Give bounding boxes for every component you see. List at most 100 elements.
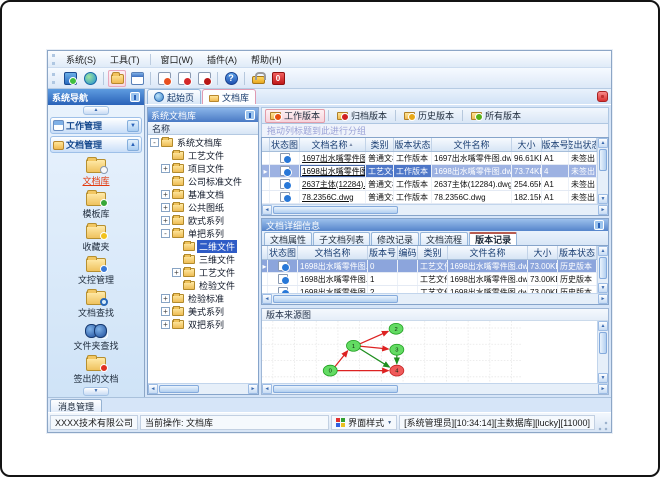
column-header-大小[interactable]: 大小 [512,138,542,151]
scrollbar-thumb[interactable] [599,332,607,354]
version-filter-归档版本[interactable]: 归档版本 [332,109,392,123]
expand-icon[interactable]: + [161,320,170,329]
version-node-0[interactable]: 0 [322,364,338,377]
tab-start-page[interactable]: 起始页 [147,89,202,104]
scroll-right-arrow[interactable]: ► [598,294,608,304]
sidebar-group-work[interactable]: 工作管理 ▼ [50,117,142,134]
scrollbar-thumb[interactable] [599,257,607,279]
scroll-right-arrow[interactable]: ► [248,384,258,394]
column-header-版本状态[interactable]: 版本状态 [394,138,432,151]
sidebar-scroll-up[interactable]: ▲ [48,105,144,116]
collapse-icon[interactable]: - [150,138,159,147]
chevron-down-icon[interactable]: ▼ [127,119,139,132]
close-icon[interactable] [597,91,608,102]
table-row[interactable]: 2637主体(12284).dwg普通文档工作版本2637主体(12284).d… [262,178,597,191]
toolbar-button[interactable] [61,70,79,87]
tree-node[interactable]: 二维文件 [148,240,258,253]
scrollbar-thumb[interactable] [273,385,398,393]
tree-node[interactable]: 公司标准文件 [148,175,258,188]
version-filter-所有版本[interactable]: 所有版本 [466,109,526,123]
sidebar-item-收藏夹[interactable]: 收藏夹 [51,222,141,255]
ui-style-button[interactable]: 界面样式 ▼ [331,415,398,430]
horizontal-scrollbar[interactable]: ◄ ► [262,293,608,304]
expand-icon[interactable]: + [161,203,170,212]
column-header-文件名称[interactable]: 文件名称 [432,138,512,151]
vertical-scrollbar[interactable]: ▲ ▼ [597,246,608,293]
tree-node[interactable]: + 基准文档 [148,188,258,201]
scroll-down-arrow[interactable]: ▼ [598,373,608,383]
column-header-状态图[interactable]: 状态图 [268,246,298,259]
column-header-版本号[interactable]: 版本号 [542,138,569,151]
scrollbar-thumb[interactable] [273,295,398,303]
tree-node[interactable]: + 公共图纸 [148,201,258,214]
scroll-left-arrow[interactable]: ◄ [148,384,158,394]
column-header-版本状态[interactable]: 版本状态 [558,246,597,259]
table-row[interactable]: 1698出水嘴零件图.dwg1工艺文件1698出水嘴零件图.dwg73.00KB… [262,273,597,286]
table-row[interactable]: ▸1698出水嘴零件图.dwg0工艺文件1698出水嘴零件图.dwg73.00K… [262,260,597,273]
sidebar-scroll-down[interactable]: ▼ [48,386,144,397]
tree-node[interactable]: - 单把系列 [148,227,258,240]
column-header-类别[interactable]: 类别 [366,138,394,151]
version-filter-历史版本[interactable]: 历史版本 [399,109,459,123]
toolbar-button[interactable]: ? [222,70,240,87]
tree-node[interactable]: + 欧式系列 [148,214,258,227]
scroll-right-arrow[interactable]: ► [598,205,608,215]
tree-node[interactable]: 工艺文件 [148,149,258,162]
tree-node[interactable]: + 检验标准 [148,292,258,305]
detail-tab-修改记录[interactable]: 修改记录 [371,232,420,245]
version-node-2[interactable]: 2 [388,322,404,335]
sidebar-item-签出的文档[interactable]: 签出的文档 [51,354,141,386]
menu-drag-handle[interactable] [52,53,55,65]
column-header-文件名称[interactable]: 文件名称 [448,246,528,259]
pin-icon[interactable] [130,92,140,102]
toolbar-button[interactable] [81,70,99,87]
tree-node[interactable]: + 工艺文件 [148,266,258,279]
toolbar-button[interactable] [175,70,193,87]
expand-icon[interactable]: + [161,216,170,225]
scrollbar-thumb[interactable] [273,206,398,214]
toolbar-button[interactable] [249,70,267,87]
scroll-up-arrow[interactable]: ▲ [598,321,608,331]
scroll-down-arrow[interactable]: ▼ [598,283,608,293]
pin-icon[interactable] [245,110,255,120]
table-row[interactable]: 1697出水嘴零件图.dwg普通文档工作版本1697出水嘴零件图.dwg96.6… [262,152,597,165]
column-header-编码[interactable]: 编码 [398,246,418,259]
menu-item[interactable]: 窗口(W) [154,52,201,67]
collapse-icon[interactable]: - [161,229,170,238]
scroll-up-arrow[interactable]: ▲ [598,138,608,148]
scroll-left-arrow[interactable]: ◄ [262,205,272,215]
table-row[interactable]: 1698出水嘴零件图.dwg2工艺文件1698出水嘴零件图.dwg73.00KB… [262,286,597,293]
tree-horizontal-scrollbar[interactable]: ◄ ► [148,383,258,394]
toolbar-button[interactable] [155,70,173,87]
toolbar-drag-handle[interactable] [52,72,55,84]
column-header-类别[interactable]: 类别 [418,246,448,259]
expand-icon[interactable]: + [161,307,170,316]
tab-document-library[interactable]: 文档库 [202,89,257,104]
tree-node[interactable]: 检验文件 [148,279,258,292]
version-graph[interactable]: 0 1 2 3 4 [262,321,597,383]
tree-node[interactable]: 三维文件 [148,253,258,266]
column-header-文档名称[interactable]: 文档名称 [298,246,368,259]
chevron-up-icon[interactable]: ▲ [127,138,139,151]
table-row[interactable]: ▸1698出水嘴零件图.dwg工艺文件工作版本1698出水嘴零件图.dwg73.… [262,165,597,178]
vertical-scrollbar[interactable]: ▲ ▼ [597,138,608,204]
scroll-left-arrow[interactable]: ◄ [262,384,272,394]
column-header-文档名称[interactable]: 文档名称 ▲ [300,138,366,151]
expand-icon[interactable]: + [161,190,170,199]
graph-horizontal-scrollbar[interactable]: ◄ ► [262,383,608,394]
column-header-大小[interactable]: 大小 [528,246,558,259]
expand-icon[interactable]: + [172,268,181,277]
horizontal-scrollbar[interactable]: ◄ ► [262,204,608,215]
tab-message-management[interactable]: 消息管理 [50,399,103,412]
toolbar-button[interactable] [128,70,146,87]
sidebar-item-文档查找[interactable]: 文档查找 [51,288,141,321]
scroll-down-arrow[interactable]: ▼ [598,194,608,204]
scrollbar-thumb[interactable] [599,149,607,171]
detail-tab-版本记录[interactable]: 版本记录 [469,232,518,245]
tree-node[interactable]: + 美式系列 [148,305,258,318]
tree-column-header[interactable]: 名称 [148,122,258,135]
detail-tab-文档流程[interactable]: 文档流程 [420,232,469,245]
menu-item[interactable]: 插件(A) [200,52,244,67]
graph-vertical-scrollbar[interactable]: ▲ ▼ [597,321,608,383]
column-header-签出状态[interactable]: 签出状态 [569,138,597,151]
